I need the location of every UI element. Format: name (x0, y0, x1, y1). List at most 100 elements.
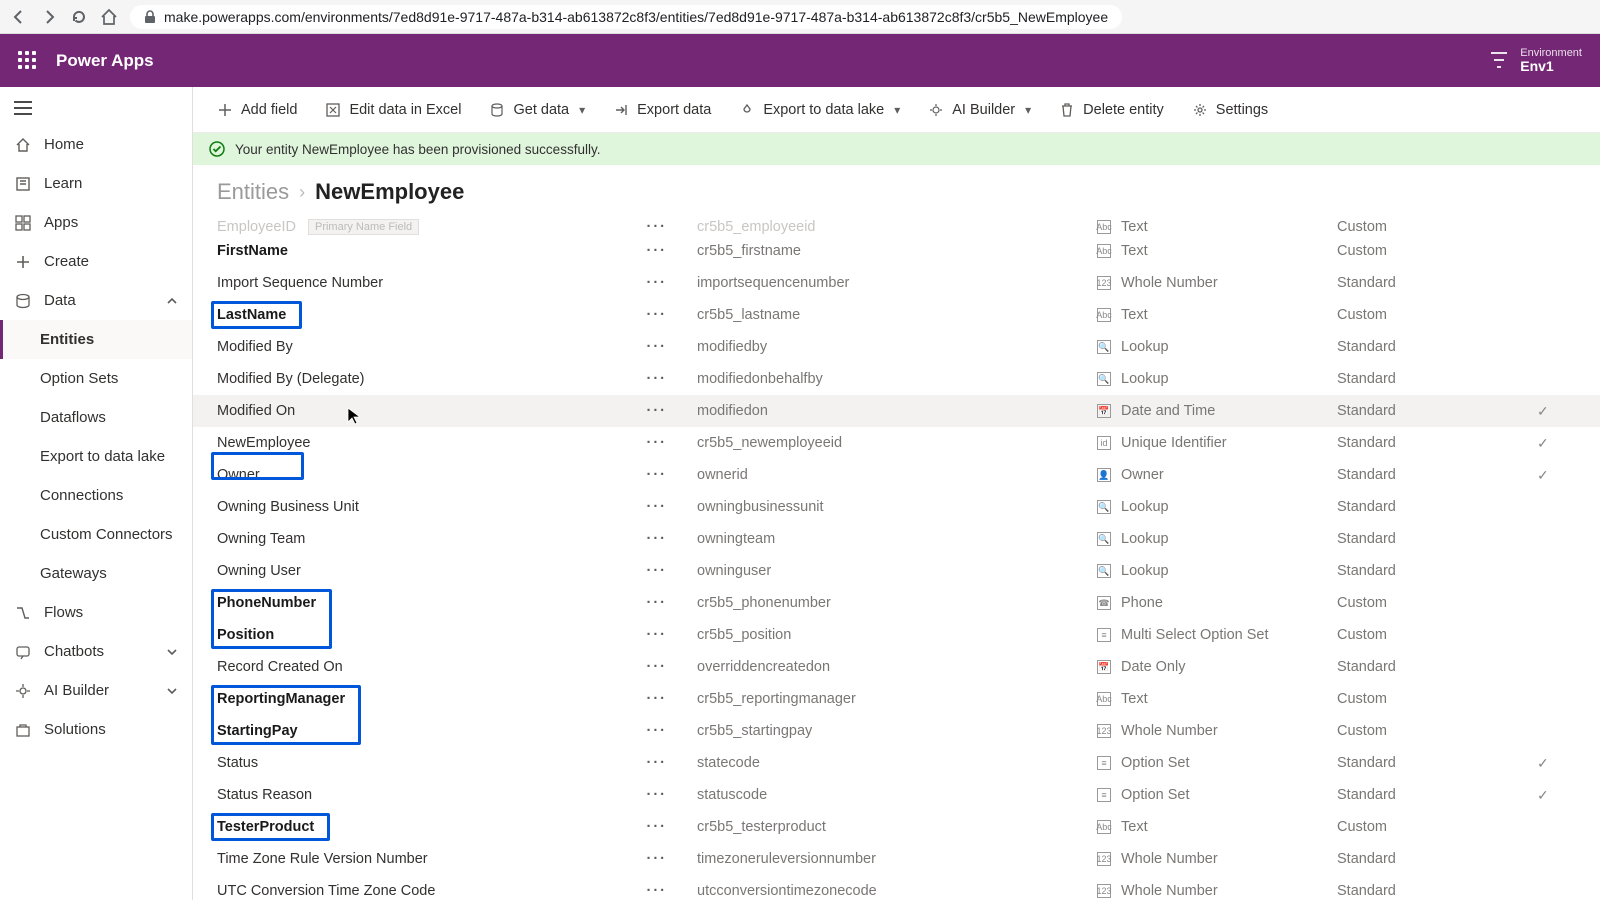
settings-button[interactable]: Settings (1180, 96, 1280, 124)
address-bar[interactable]: make.powerapps.com/environments/7ed8d91e… (130, 5, 1122, 29)
table-row[interactable]: LastName···cr5b5_lastnameAbcTextCustomRe… (193, 299, 1600, 331)
table-row[interactable]: Time Zone Rule Version Number···timezone… (193, 843, 1600, 875)
sidebar-item-ai-builder[interactable]: AI Builder (0, 671, 192, 710)
more-icon[interactable]: ··· (647, 219, 668, 235)
get-data-button[interactable]: Get data▾ (477, 96, 597, 124)
field-name: importsequencenumber (697, 275, 1097, 291)
sidebar-item-dataflows[interactable]: Dataflows (0, 398, 192, 437)
table-row[interactable]: Owning Team···owningteam🔍LookupStandardO… (193, 523, 1600, 555)
more-icon[interactable]: ··· (647, 275, 668, 291)
table-row[interactable]: Status Reason···statuscode≡Option SetSta… (193, 779, 1600, 811)
environment-picker[interactable]: Environment Env1 (1488, 47, 1582, 74)
table-row[interactable]: NewEmployee···cr5b5_newemployeeididUniqu… (193, 427, 1600, 459)
delete-entity-button[interactable]: Delete entity (1047, 96, 1176, 124)
more-icon[interactable]: ··· (647, 243, 668, 259)
table-row[interactable]: Owning User···owninguser🔍LookupStandardO… (193, 555, 1600, 587)
more-icon[interactable]: ··· (647, 563, 668, 579)
table-row[interactable]: PhoneNumber···cr5b5_phonenumber☎PhoneCus… (193, 587, 1600, 619)
table-row[interactable]: Record Created On···overriddencreatedon📅… (193, 651, 1600, 683)
sidebar-item-flows[interactable]: Flows (0, 593, 192, 632)
table-row[interactable]: Position···cr5b5_position≡Multi Select O… (193, 619, 1600, 651)
datatype-icon: ≡ (1097, 756, 1111, 770)
table-row[interactable]: Modified By···modifiedby🔍LookupStandardO… (193, 331, 1600, 363)
field-type: ☎Phone (1097, 595, 1337, 611)
sidebar-item-apps[interactable]: Apps (0, 203, 192, 242)
sidebar-item-data[interactable]: Data (0, 281, 192, 320)
more-icon[interactable]: ··· (647, 755, 668, 771)
table-row[interactable]: Modified By (Delegate)···modifiedonbehal… (193, 363, 1600, 395)
field-name: timezoneruleversionnumber (697, 851, 1097, 867)
field-display-name: Owner (217, 467, 260, 483)
field-name: cr5b5_phonenumber (697, 595, 1097, 611)
datatype-icon: 🔍 (1097, 532, 1111, 546)
sidebar-item-home[interactable]: Home (0, 125, 192, 164)
field-name: cr5b5_firstname (697, 243, 1097, 259)
field-name: overriddencreatedon (697, 659, 1097, 675)
more-icon[interactable]: ··· (647, 339, 668, 355)
more-icon[interactable]: ··· (647, 467, 668, 483)
more-icon[interactable]: ··· (647, 691, 668, 707)
sidebar-item-learn[interactable]: Learn (0, 164, 192, 203)
solutions-icon (14, 722, 32, 738)
breadcrumb-root[interactable]: Entities (217, 179, 289, 205)
hamburger-icon[interactable] (0, 91, 192, 125)
more-icon[interactable]: ··· (647, 723, 668, 739)
more-icon[interactable]: ··· (647, 819, 668, 835)
sidebar-item-chatbots[interactable]: Chatbots (0, 632, 192, 671)
table-row[interactable]: Owner···ownerid👤OwnerStandard✓Require (193, 459, 1600, 491)
table-row[interactable]: StartingPay···cr5b5_startingpay123Whole … (193, 715, 1600, 747)
more-icon[interactable]: ··· (647, 499, 668, 515)
reload-icon[interactable] (70, 8, 88, 26)
field-type: ≡Option Set (1097, 755, 1337, 771)
home-icon[interactable] (100, 8, 118, 26)
export-lake-button[interactable]: Export to data lake▾ (727, 96, 912, 124)
sidebar-item-entities[interactable]: Entities (0, 320, 192, 359)
forward-icon[interactable] (40, 8, 58, 26)
table-row[interactable]: EmployeeIDPrimary Name Field···cr5b5_emp… (193, 215, 1600, 235)
table-row[interactable]: Owning Business Unit···owningbusinessuni… (193, 491, 1600, 523)
field-category: Standard (1337, 787, 1537, 803)
sidebar-item-create[interactable]: Create (0, 242, 192, 281)
sidebar-item-custom-connectors[interactable]: Custom Connectors (0, 515, 192, 554)
more-icon[interactable]: ··· (647, 787, 668, 803)
back-icon[interactable] (10, 8, 28, 26)
more-icon[interactable]: ··· (647, 883, 668, 899)
more-icon[interactable]: ··· (647, 435, 668, 451)
sidebar-item-label: Learn (44, 175, 82, 192)
more-icon[interactable]: ··· (647, 851, 668, 867)
field-category: Standard (1337, 371, 1537, 387)
more-icon[interactable]: ··· (647, 595, 668, 611)
table-row[interactable]: FirstName···cr5b5_firstnameAbcTextCustom… (193, 235, 1600, 267)
export-data-button[interactable]: Export data (601, 96, 723, 124)
field-display-name: StartingPay (217, 723, 298, 739)
more-icon[interactable]: ··· (647, 371, 668, 387)
more-icon[interactable]: ··· (647, 307, 668, 323)
sidebar-item-export-lake[interactable]: Export to data lake (0, 437, 192, 476)
datatype-icon: ≡ (1097, 788, 1111, 802)
learn-icon (14, 176, 32, 192)
field-category: Standard (1337, 531, 1537, 547)
more-icon[interactable]: ··· (647, 531, 668, 547)
sidebar-item-solutions[interactable]: Solutions (0, 710, 192, 749)
table-row[interactable]: ReportingManager···cr5b5_reportingmanage… (193, 683, 1600, 715)
table-row[interactable]: Status···statecode≡Option SetStandard✓Op… (193, 747, 1600, 779)
more-icon[interactable]: ··· (647, 627, 668, 643)
cmd-label: Export data (637, 102, 711, 118)
add-field-button[interactable]: Add field (205, 96, 309, 124)
more-icon[interactable]: ··· (647, 659, 668, 675)
cmd-label: AI Builder (952, 102, 1015, 118)
lock-icon (144, 10, 156, 24)
sidebar-item-gateways[interactable]: Gateways (0, 554, 192, 593)
more-icon[interactable]: ··· (647, 403, 668, 419)
ai-builder-button[interactable]: AI Builder▾ (916, 96, 1043, 124)
table-row[interactable]: TesterProduct···cr5b5_testerproductAbcTe… (193, 811, 1600, 843)
sidebar-item-connections[interactable]: Connections (0, 476, 192, 515)
table-row[interactable]: Import Sequence Number···importsequencen… (193, 267, 1600, 299)
table-row[interactable]: Modified On···modifiedon📅Date and TimeSt… (193, 395, 1600, 427)
waffle-icon[interactable] (18, 51, 38, 71)
edit-excel-button[interactable]: Edit data in Excel (313, 96, 473, 124)
field-category: Custom (1337, 819, 1537, 835)
table-row[interactable]: UTC Conversion Time Zone Code···utcconve… (193, 875, 1600, 900)
sidebar-item-option-sets[interactable]: Option Sets (0, 359, 192, 398)
field-type: ≡Multi Select Option Set (1097, 627, 1337, 643)
